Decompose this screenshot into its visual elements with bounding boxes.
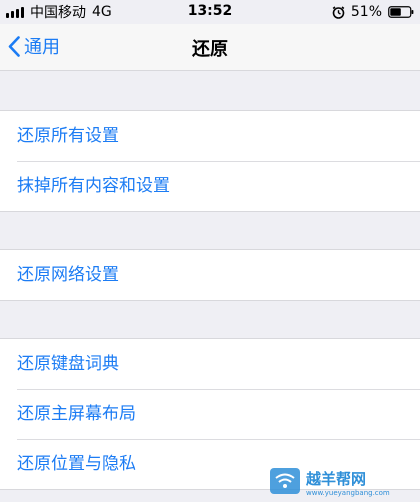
- wifi-logo-icon: [270, 468, 300, 494]
- alarm-icon: [332, 5, 345, 19]
- erase-all-content-cell[interactable]: 抹掉所有内容和设置: [0, 161, 420, 211]
- watermark-title: 越羊帮网: [305, 470, 366, 488]
- reset-all-settings-cell[interactable]: 还原所有设置: [0, 111, 420, 161]
- page-title: 还原: [192, 39, 228, 60]
- battery-percent: 51%: [350, 4, 382, 20]
- battery-icon: [388, 6, 414, 18]
- reset-home-screen-layout-cell[interactable]: 还原主屏幕布局: [0, 389, 420, 439]
- status-bar: 中国移动 4G 13:52 51%: [0, 0, 420, 24]
- status-right: 51%: [332, 3, 414, 21]
- watermark-url: www.yueyangbang.com: [306, 489, 390, 497]
- reset-group-1: 还原所有设置 抹掉所有内容和设置: [0, 110, 420, 212]
- watermark-logo: 越羊帮网 www.yueyangbang.com: [268, 462, 418, 500]
- navigation-bar: 通用 还原: [0, 24, 420, 71]
- reset-network-settings-cell[interactable]: 还原网络设置: [0, 250, 420, 300]
- reset-keyboard-dictionary-cell[interactable]: 还原键盘词典: [0, 339, 420, 389]
- screen: 中国移动 4G 13:52 51% 通用 还原 还原所有设置 抹掉所有内容和设置…: [0, 0, 420, 502]
- reset-group-2: 还原网络设置: [0, 249, 420, 301]
